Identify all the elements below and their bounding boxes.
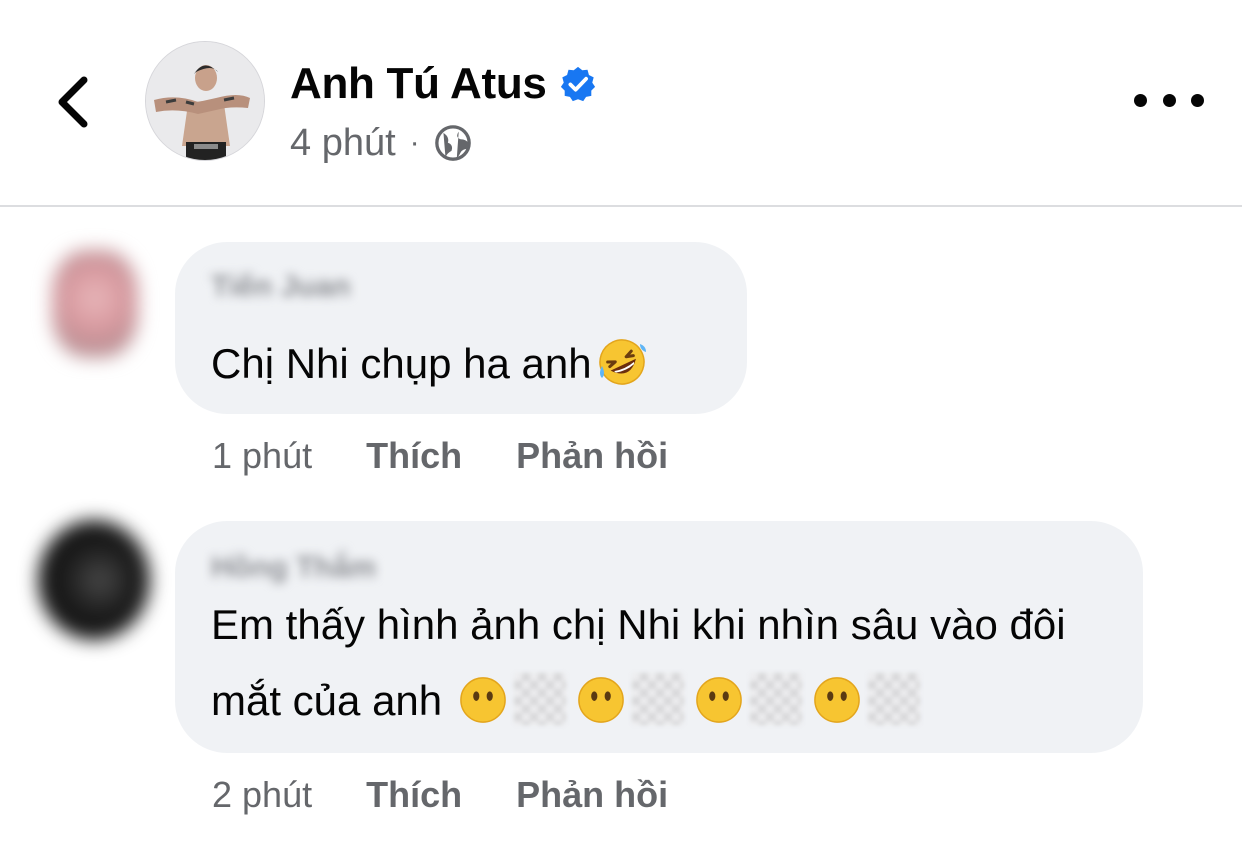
poster-name[interactable]: Anh Tú Atus [290, 59, 547, 109]
rolling-on-floor-laughing-emoji [598, 339, 646, 385]
globe-icon[interactable] [434, 124, 472, 162]
more-horizontal-icon-dot [1162, 93, 1176, 107]
post-header: Anh Tú Atus 4 phút · [0, 0, 1242, 207]
reply-button[interactable]: Phản hồi [516, 774, 668, 816]
poster-name-row: Anh Tú Atus [290, 58, 597, 110]
comment-time[interactable]: 2 phút [212, 774, 312, 816]
blurred-emoji [749, 673, 802, 725]
more-horizontal-icon-dot [1134, 93, 1147, 107]
chevron-left-icon [58, 76, 88, 128]
comment-actions: 1 phút Thích Phản hồi [212, 432, 722, 480]
like-button[interactable]: Thích [366, 774, 462, 816]
verified-badge-icon [560, 66, 595, 102]
more-options-button[interactable] [1134, 82, 1204, 118]
face-without-mouth-emoji [577, 677, 624, 723]
back-button[interactable] [44, 70, 100, 134]
face-without-mouth-emoji [813, 677, 860, 723]
comment-text-content: Chị Nhi chụp ha anh [211, 340, 592, 387]
blurred-emoji [631, 673, 684, 725]
post-meta: 4 phút · [290, 120, 472, 166]
post-time[interactable]: 4 phút [290, 122, 396, 165]
comment-text: Em thấy hình ảnh chị Nhi khi nhìn sâu và… [211, 587, 1131, 739]
face-without-mouth-emoji [459, 677, 506, 723]
blurred-emoji [867, 673, 920, 725]
commenter-avatar[interactable] [52, 250, 138, 358]
comment-bubble[interactable]: Hồng Thắm Em thấy hình ảnh chị Nhi khi n… [175, 521, 1143, 753]
meta-separator: · [409, 126, 420, 159]
comment-actions: 2 phút Thích Phản hồi [212, 771, 722, 819]
face-without-mouth-emoji [695, 677, 742, 723]
poster-avatar[interactable] [145, 41, 265, 161]
blurred-emoji [513, 673, 566, 725]
reply-button[interactable]: Phản hồi [516, 435, 668, 477]
like-button[interactable]: Thích [366, 435, 462, 477]
commenter-name[interactable]: Tiến Juan [211, 270, 350, 304]
more-horizontal-icon-dot [1191, 93, 1204, 107]
commenter-avatar[interactable] [38, 520, 150, 640]
avatar-image [146, 42, 264, 160]
comment-time[interactable]: 1 phút [212, 435, 312, 477]
comment-bubble[interactable]: Tiến Juan Chị Nhi chụp ha anh [175, 242, 747, 414]
commenter-name[interactable]: Hồng Thắm [211, 551, 376, 585]
comment-text: Chị Nhi chụp ha anh [211, 326, 648, 402]
